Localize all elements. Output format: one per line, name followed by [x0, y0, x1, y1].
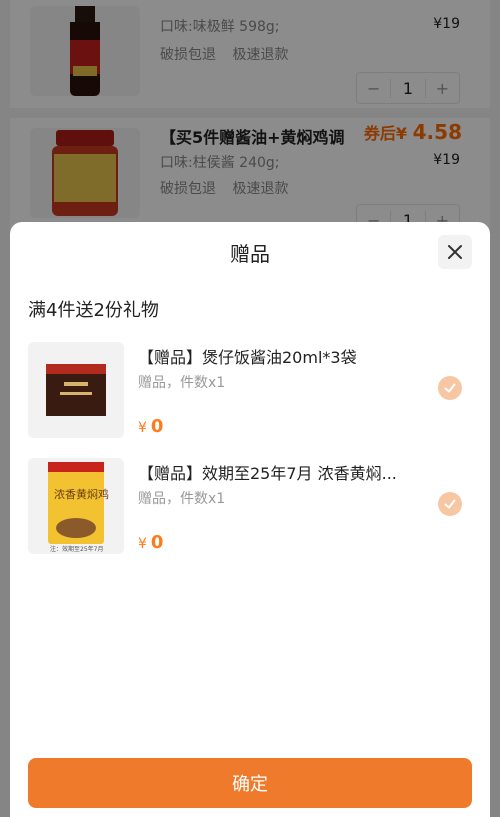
gift-price-value: 0	[150, 416, 164, 437]
pack-label: 浓香黄焖鸡	[54, 487, 109, 501]
gift-price: ¥0	[138, 416, 163, 437]
gift-currency: ¥	[138, 420, 147, 436]
sheet-title: 赠品	[230, 242, 270, 266]
gift-image-soy-packet	[28, 342, 124, 438]
gift-price: ¥0	[138, 532, 163, 553]
gift-price-value: 0	[150, 532, 164, 553]
gift-item[interactable]: 【赠品】煲仔饭酱油20ml*3袋 赠品，件数x1 ¥0	[10, 342, 490, 442]
check-icon	[444, 499, 456, 509]
gift-checkbox[interactable]	[438, 376, 462, 400]
close-icon	[448, 245, 462, 259]
gift-sheet: 赠品 满4件送2份礼物 【赠品】煲仔饭酱油20ml*3袋 赠品，件数x1 ¥0	[10, 222, 490, 817]
pack-expiry-note: 注：效期至25年7月	[50, 545, 103, 553]
check-icon	[444, 383, 456, 393]
confirm-button[interactable]: 确定	[28, 758, 472, 808]
gift-item[interactable]: 浓香黄焖鸡 注：效期至25年7月 【赠品】效期至25年7月 浓香黄焖... 赠品…	[10, 458, 490, 558]
gift-currency: ¥	[138, 536, 147, 552]
gift-image-seasoning-pack: 浓香黄焖鸡 注：效期至25年7月	[28, 458, 124, 554]
close-button[interactable]	[438, 235, 472, 269]
gift-checkbox[interactable]	[438, 492, 462, 516]
gift-title: 【赠品】煲仔饭酱油20ml*3袋	[138, 348, 357, 367]
gift-title: 【赠品】效期至25年7月 浓香黄焖...	[138, 464, 397, 483]
gift-rule: 满4件送2份礼物	[28, 300, 159, 321]
gift-quantity: 赠品，件数x1	[138, 491, 226, 507]
gift-quantity: 赠品，件数x1	[138, 375, 226, 391]
